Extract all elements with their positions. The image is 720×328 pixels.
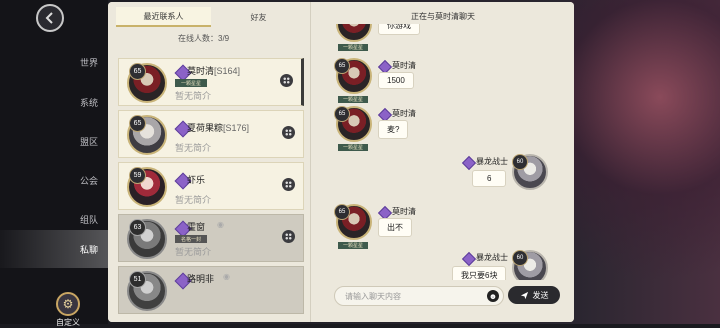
channel-tab-world[interactable]: 世界 xyxy=(0,47,108,77)
message-bubble: 6 xyxy=(472,170,507,187)
grid-icon xyxy=(285,129,292,136)
contacts-tabs: 最近联系人 好友 xyxy=(116,7,306,27)
message-sender: 莫时清 xyxy=(392,61,416,70)
more-options-button[interactable] xyxy=(282,178,295,191)
more-options-button[interactable] xyxy=(282,126,295,139)
gear-icon: ⚙ xyxy=(56,292,80,316)
name-text: 虾乐 xyxy=(187,175,206,185)
chat-input[interactable] xyxy=(343,290,477,302)
level-badge: 63 xyxy=(129,219,146,236)
server-text: [S176] xyxy=(223,123,250,133)
chat-input-box: ☻ xyxy=(334,286,504,306)
tab-label: 最近联系人 xyxy=(143,11,184,21)
message-avatar[interactable] xyxy=(336,24,372,42)
send-label: 发送 xyxy=(532,290,549,300)
contact-bio: 暂无简介 xyxy=(175,195,212,205)
message-level-badge: 65 xyxy=(334,58,350,74)
message-bubble: 出不 xyxy=(378,218,412,237)
contacts-column: 最近联系人 好友 在线人数：3/9 65 莫时清[S164] 一颗星星 暂无简介… xyxy=(108,2,311,322)
level-badge: 65 xyxy=(129,115,146,132)
server-text: [S164] xyxy=(214,66,241,76)
tab-recent-contacts[interactable]: 最近联系人 xyxy=(116,7,211,27)
customize-label: 自定义 xyxy=(56,318,80,327)
online-count: 在线人数：3/9 xyxy=(178,33,229,44)
channel-tab-alliance[interactable]: 盟区 xyxy=(0,126,108,156)
message-title-tag: 一颗星星 xyxy=(338,44,369,51)
contact-name: 路明非 xyxy=(187,272,214,285)
contact-item[interactable]: 59 虾乐 暂无简介 xyxy=(118,162,304,210)
back-button[interactable] xyxy=(36,4,64,32)
grid-icon xyxy=(285,233,292,240)
contact-name: 莫时清[S164] xyxy=(187,64,240,77)
message-bubble: 我只要6块 xyxy=(452,266,507,280)
offline-icon: ◉ xyxy=(217,220,224,229)
contact-item[interactable]: 63 霍窗 ◉ 名格一封 暂无简介 xyxy=(118,214,304,262)
grid-icon xyxy=(283,77,290,84)
more-options-button[interactable] xyxy=(280,74,293,87)
message-bubble: 你游戏 xyxy=(378,24,420,35)
message-title-tag: 一颗星星 xyxy=(338,144,369,151)
more-options-button[interactable] xyxy=(282,230,295,243)
channel-tab-system[interactable]: 系统 xyxy=(0,87,108,117)
channel-tab-private[interactable]: 私聊 xyxy=(0,230,108,268)
level-badge: 51 xyxy=(129,271,146,288)
level-badge: 59 xyxy=(129,167,146,184)
contact-item[interactable]: 65 夏荷果粽[S176] 暂无简介 xyxy=(118,110,304,158)
message-sender: 莫时清 xyxy=(392,109,416,118)
message-title-tag: 一颗星星 xyxy=(338,96,369,103)
title-badge: 一颗星星 xyxy=(175,79,208,87)
contact-item[interactable]: 65 莫时清[S164] 一颗星星 暂无简介 xyxy=(118,58,304,106)
send-icon xyxy=(520,291,528,299)
online-label: 在线人数： xyxy=(178,34,218,43)
channel-sidebar: 世界 系统 盟区 公会 组队 私聊 ⚙ 自定义 xyxy=(0,0,108,327)
message-sender: 暴龙战士 xyxy=(476,253,508,262)
channel-tab-label: 系统 xyxy=(79,97,98,108)
grid-icon xyxy=(285,181,292,188)
contact-name: 霍窗 xyxy=(187,220,205,233)
chat-area: 正在与莫时清聊天 一颗星星 你游戏 65 一颗星星 莫时清 1500 65 一颗… xyxy=(312,2,574,322)
tab-friends[interactable]: 好友 xyxy=(211,7,306,27)
contact-bio: 暂无简介 xyxy=(175,91,212,101)
customize-button[interactable]: ⚙ 自定义 xyxy=(52,292,84,328)
level-badge: 65 xyxy=(129,63,146,80)
back-arrow-icon xyxy=(45,12,53,24)
message-bubble: 麦? xyxy=(378,120,409,139)
background-glow xyxy=(570,0,720,324)
channel-tab-guild[interactable]: 公会 xyxy=(0,165,108,195)
offline-icon: ◉ xyxy=(223,272,230,281)
contact-bio: 暂无简介 xyxy=(175,247,212,257)
message-title-tag: 一颗星星 xyxy=(338,242,369,249)
channel-tab-label: 盟区 xyxy=(79,136,98,147)
contact-item[interactable]: 51 路明非 ◉ xyxy=(118,266,304,314)
message-level-badge: 60 xyxy=(512,154,528,170)
message-bubble: 1500 xyxy=(378,72,414,89)
title-badge: 名格一封 xyxy=(175,235,208,243)
name-text: 莫时清 xyxy=(187,66,215,76)
contact-name: 虾乐 xyxy=(187,173,205,186)
message-sender: 莫时清 xyxy=(392,207,416,216)
online-value: 3/9 xyxy=(218,34,230,43)
message-list[interactable]: 一颗星星 你游戏 65 一颗星星 莫时清 1500 65 一颗星星 莫时清 麦?… xyxy=(312,24,574,280)
chat-panel: 最近联系人 好友 在线人数：3/9 65 莫时清[S164] 一颗星星 暂无简介… xyxy=(108,2,574,322)
name-text: 霍窗 xyxy=(187,222,206,232)
message-level-badge: 60 xyxy=(512,250,528,266)
channel-tab-label: 世界 xyxy=(79,57,98,68)
channel-tab-label: 私聊 xyxy=(79,244,98,255)
vip-diamond-icon xyxy=(461,155,477,171)
message-level-badge: 65 xyxy=(334,106,350,122)
tab-label: 好友 xyxy=(250,12,267,22)
contact-name: 夏荷果粽[S176] xyxy=(187,121,249,134)
message-level-badge: 65 xyxy=(334,204,350,220)
channel-tab-label: 组队 xyxy=(79,214,98,225)
message-sender: 暴龙战士 xyxy=(476,157,508,166)
emoji-icon[interactable]: ☻ xyxy=(487,290,499,302)
contact-bio: 暂无简介 xyxy=(175,143,212,153)
name-text: 夏荷果粽 xyxy=(187,123,224,133)
vip-diamond-icon xyxy=(461,251,477,267)
channel-tab-label: 公会 xyxy=(79,175,98,186)
send-button[interactable]: 发送 xyxy=(508,286,560,304)
name-text: 路明非 xyxy=(187,274,215,284)
